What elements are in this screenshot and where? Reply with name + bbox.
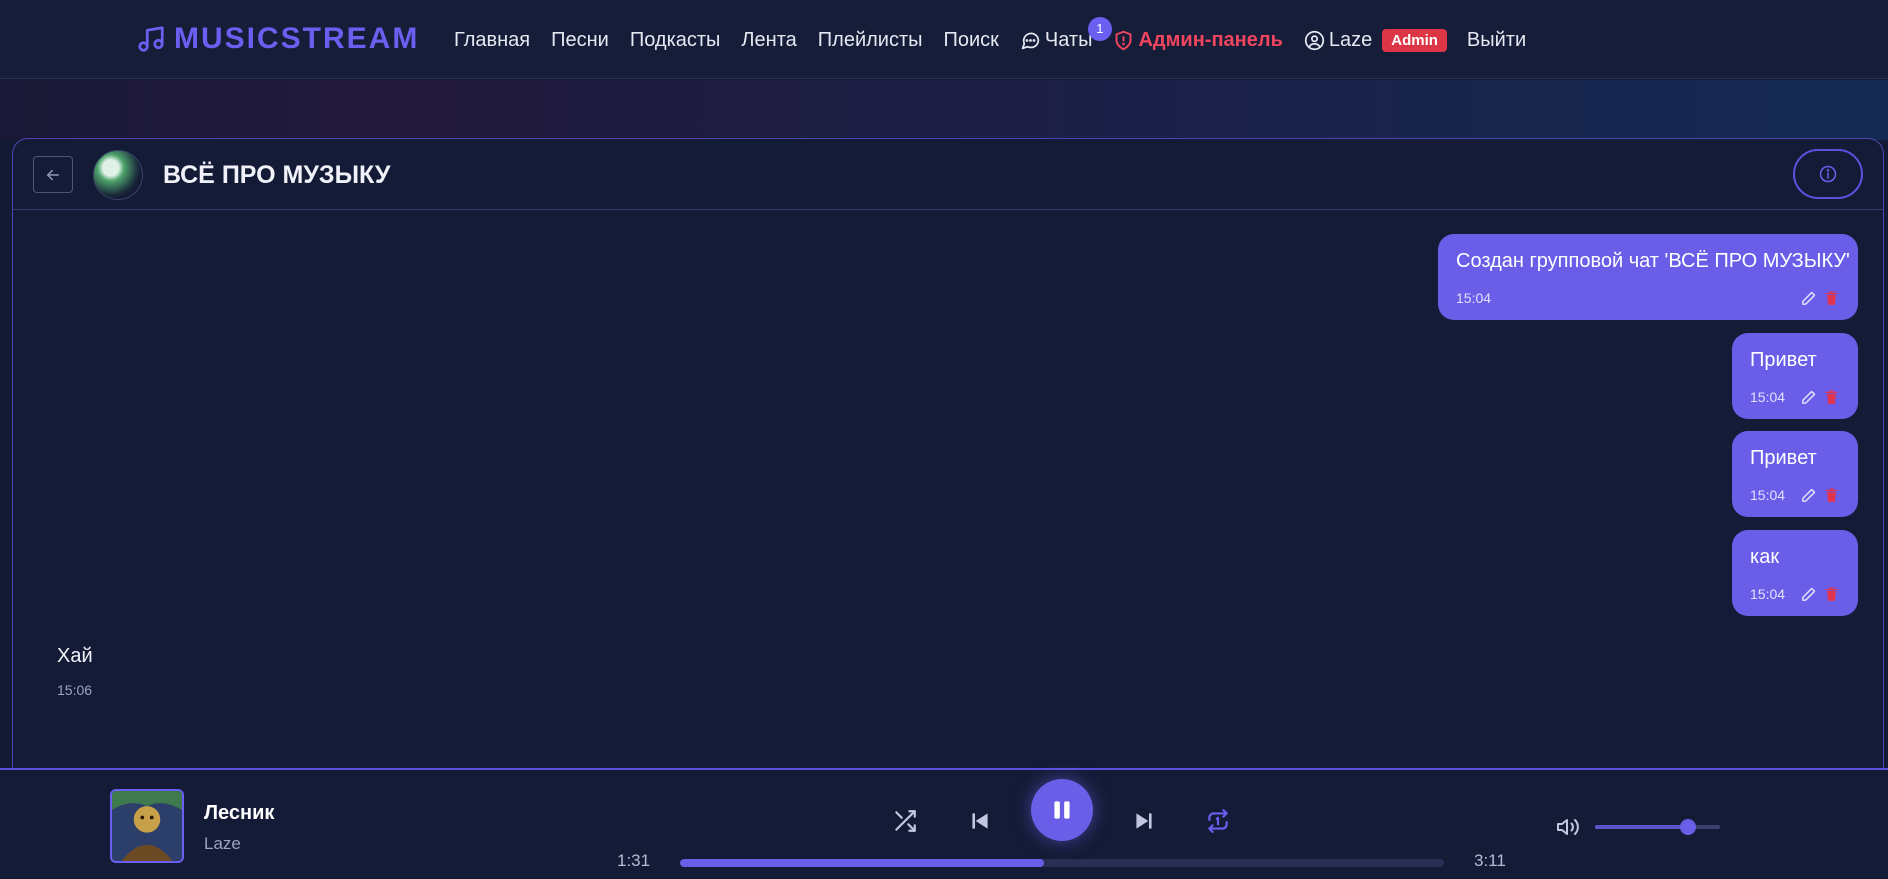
- skip-forward-icon: [1136, 813, 1152, 829]
- message-time: 15:04: [1456, 290, 1492, 306]
- repeat-one-icon: [1208, 809, 1228, 833]
- message-time: 15:06: [57, 682, 93, 698]
- info-icon: [1819, 165, 1837, 183]
- nav-home[interactable]: Главная: [454, 29, 530, 52]
- edit-pencil-icon[interactable]: [1800, 586, 1817, 603]
- nav-podcasts[interactable]: Подкасты: [630, 29, 721, 52]
- nav-admin-panel[interactable]: Админ-панель: [1113, 28, 1283, 52]
- message-bubble-own: Создан групповой чат 'ВСЁ ПРО МУЗЫКУ' 15…: [1438, 234, 1858, 320]
- previous-track-button[interactable]: [964, 805, 996, 837]
- main-nav: Главная Песни Подкасты Лента Плейлисты П…: [454, 16, 1547, 56]
- album-art-image: [112, 791, 182, 861]
- nav-songs[interactable]: Песни: [551, 29, 609, 52]
- progress-fill: [680, 859, 1044, 867]
- chat-bubble-icon: [1021, 32, 1040, 49]
- track-title: Лесник: [204, 802, 275, 824]
- edit-pencil-icon[interactable]: [1800, 290, 1817, 307]
- message-time: 15:04: [1750, 586, 1786, 602]
- unread-count-badge: 1: [1087, 16, 1112, 41]
- delete-trash-icon[interactable]: [1823, 389, 1840, 406]
- message-actions: [1800, 487, 1840, 504]
- top-navbar: MUSICSTREAM Главная Песни Подкасты Лента…: [0, 0, 1888, 79]
- current-time: 1:31: [617, 851, 651, 870]
- total-time: 3:11: [1474, 851, 1506, 870]
- nav-feed[interactable]: Лента: [741, 29, 796, 52]
- shuffle-button[interactable]: [889, 805, 921, 837]
- message-text: Привет: [1750, 447, 1817, 469]
- user-name: Laze: [1328, 28, 1373, 51]
- nav-chats-label: Чаты: [1044, 28, 1093, 51]
- delete-trash-icon[interactable]: [1823, 487, 1840, 504]
- message-actions: [1800, 290, 1840, 307]
- delete-trash-icon[interactable]: [1823, 290, 1840, 307]
- volume-slider[interactable]: [1595, 819, 1720, 835]
- arrow-left-icon: [47, 169, 59, 180]
- role-badge: Admin: [1382, 28, 1447, 52]
- chat-panel: ВСЁ ПРО МУЗЫКУ Создан групповой чат 'ВСЁ…: [12, 138, 1884, 778]
- message-time: 15:04: [1750, 389, 1786, 405]
- pause-button[interactable]: [1031, 779, 1093, 841]
- volume-icon: [1557, 819, 1579, 835]
- message-bubble-own: Привет 15:04: [1732, 333, 1858, 419]
- nav-chats[interactable]: Чаты 1: [1020, 16, 1112, 52]
- message-text: Хай: [57, 645, 93, 667]
- progress-bar[interactable]: [680, 859, 1444, 867]
- volume-knob[interactable]: [1679, 819, 1696, 835]
- repeat-one-button[interactable]: [1202, 805, 1234, 837]
- skip-back-icon: [972, 813, 988, 829]
- edit-pencil-icon[interactable]: [1800, 389, 1817, 406]
- pause-icon: [1054, 801, 1070, 819]
- message-time: 15:04: [1750, 487, 1786, 503]
- album-cover[interactable]: [110, 789, 184, 863]
- shield-icon: [1116, 30, 1132, 50]
- brand-logo[interactable]: MUSICSTREAM: [136, 20, 419, 58]
- message-text: как: [1750, 546, 1780, 568]
- user-circle-icon: [1304, 30, 1324, 50]
- back-button[interactable]: [33, 156, 73, 193]
- music-note-icon: [138, 26, 164, 52]
- nav-admin-label: Админ-панель: [1138, 28, 1283, 51]
- chat-header: ВСЁ ПРО МУЗЫКУ: [13, 139, 1883, 210]
- brand-name: MUSICSTREAM: [174, 22, 420, 55]
- message-bubble-own: как 15:04: [1732, 530, 1858, 616]
- message-text: Создан групповой чат 'ВСЁ ПРО МУЗЫКУ': [1456, 250, 1850, 272]
- volume-button[interactable]: [1556, 815, 1580, 839]
- track-artist: Laze: [204, 834, 241, 853]
- edit-pencil-icon[interactable]: [1800, 487, 1817, 504]
- nav-search[interactable]: Поиск: [944, 29, 999, 52]
- nav-logout[interactable]: Выйти: [1467, 29, 1526, 52]
- message-actions: [1800, 586, 1840, 603]
- shuffle-icon: [895, 810, 916, 832]
- message-text: Привет: [1750, 349, 1817, 371]
- message-actions: [1800, 389, 1840, 406]
- nav-playlists[interactable]: Плейлисты: [818, 29, 923, 52]
- message-bubble-own: Привет 15:04: [1732, 431, 1858, 517]
- chat-info-button[interactable]: [1793, 149, 1863, 199]
- message-bubble-incoming: Хай 15:06: [57, 645, 93, 698]
- next-track-button[interactable]: [1128, 805, 1160, 837]
- chat-title: ВСЁ ПРО МУЗЫКУ: [163, 161, 391, 189]
- delete-trash-icon[interactable]: [1823, 586, 1840, 603]
- hero-gradient: [0, 80, 1888, 140]
- chat-avatar: [93, 150, 143, 200]
- audio-player: Лесник Laze 1:31 3:11: [0, 768, 1888, 879]
- volume-fill: [1595, 825, 1688, 829]
- nav-user-profile[interactable]: Laze: [1304, 29, 1372, 52]
